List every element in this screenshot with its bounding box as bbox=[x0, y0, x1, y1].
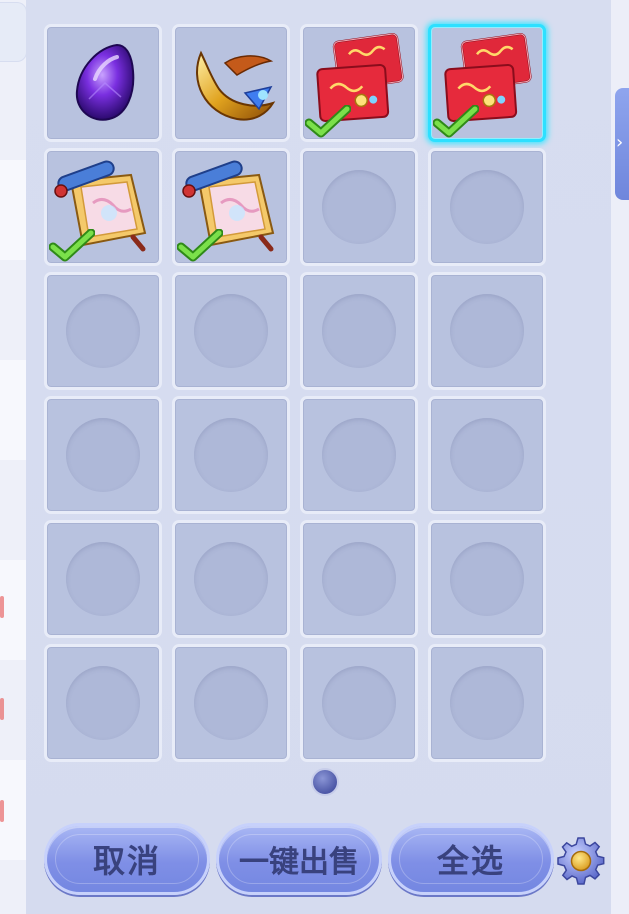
cancel-button-label: 取消 bbox=[92, 842, 161, 880]
select-all-label: 全选 bbox=[436, 842, 505, 880]
select-all-button[interactable]: 全选 bbox=[388, 823, 554, 895]
purple-gem-icon bbox=[75, 43, 135, 121]
inventory-slot-red-envelopes[interactable] bbox=[428, 24, 546, 142]
checkmark-icon bbox=[305, 105, 351, 138]
inventory-slot-empty[interactable] bbox=[300, 396, 418, 514]
empty-slot-placeholder bbox=[194, 666, 268, 740]
inventory-slot-golden-horn[interactable] bbox=[172, 24, 290, 142]
empty-slot-placeholder bbox=[450, 542, 524, 616]
inventory-slot-empty[interactable] bbox=[44, 520, 162, 638]
inventory-slot-empty[interactable] bbox=[172, 520, 290, 638]
empty-slot-placeholder bbox=[450, 294, 524, 368]
sell-inventory-panel: 取消 一键出售 全选 bbox=[26, 0, 611, 914]
empty-slot-placeholder bbox=[66, 666, 140, 740]
empty-slot-placeholder bbox=[450, 418, 524, 492]
inventory-slot-empty[interactable] bbox=[428, 520, 546, 638]
one-click-sell-button[interactable]: 一键出售 bbox=[216, 823, 382, 895]
inventory-slot-scroll[interactable] bbox=[44, 148, 162, 266]
inventory-slot-empty[interactable] bbox=[172, 644, 290, 762]
empty-slot-placeholder bbox=[66, 418, 140, 492]
inventory-slot-empty[interactable] bbox=[300, 272, 418, 390]
one-click-sell-label: 一键出售 bbox=[239, 845, 359, 880]
empty-slot-placeholder bbox=[322, 294, 396, 368]
background-list-edge bbox=[0, 0, 27, 914]
empty-slot-placeholder bbox=[322, 666, 396, 740]
chevron-right-icon: › bbox=[616, 132, 624, 153]
inventory-slot-empty[interactable] bbox=[44, 644, 162, 762]
page-dot-icon[interactable] bbox=[311, 768, 339, 796]
empty-slot-placeholder bbox=[194, 294, 268, 368]
inventory-slot-scroll[interactable] bbox=[172, 148, 290, 266]
cancel-button[interactable]: 取消 bbox=[44, 823, 210, 895]
inventory-slot-empty[interactable] bbox=[300, 644, 418, 762]
checkmark-icon bbox=[49, 229, 95, 262]
inventory-slot-empty[interactable] bbox=[172, 396, 290, 514]
background-tab bbox=[0, 2, 27, 62]
inventory-slot-empty[interactable] bbox=[428, 644, 546, 762]
empty-slot-placeholder bbox=[450, 170, 524, 244]
right-edge-strip: › bbox=[611, 0, 629, 914]
inventory-slot-purple-gem[interactable] bbox=[44, 24, 162, 142]
inventory-slot-empty[interactable] bbox=[300, 148, 418, 266]
empty-slot-placeholder bbox=[194, 418, 268, 492]
inventory-slot-empty[interactable] bbox=[428, 148, 546, 266]
checkmark-icon bbox=[177, 229, 223, 262]
inventory-slot-red-envelopes[interactable] bbox=[300, 24, 418, 142]
inventory-slot-empty[interactable] bbox=[44, 396, 162, 514]
empty-slot-placeholder bbox=[322, 542, 396, 616]
inventory-slot-empty[interactable] bbox=[300, 520, 418, 638]
empty-slot-placeholder bbox=[450, 666, 524, 740]
golden-horn-icon bbox=[196, 50, 276, 121]
empty-slot-placeholder bbox=[322, 418, 396, 492]
expand-tab[interactable]: › bbox=[615, 88, 629, 200]
empty-slot-placeholder bbox=[322, 170, 396, 244]
gear-icon[interactable] bbox=[555, 835, 607, 887]
inventory-slot-empty[interactable] bbox=[44, 272, 162, 390]
checkmark-icon bbox=[433, 105, 479, 138]
inventory-slot-empty[interactable] bbox=[172, 272, 290, 390]
inventory-grid bbox=[44, 24, 546, 762]
empty-slot-placeholder bbox=[66, 294, 140, 368]
empty-slot-placeholder bbox=[194, 542, 268, 616]
empty-slot-placeholder bbox=[66, 542, 140, 616]
inventory-slot-empty[interactable] bbox=[428, 272, 546, 390]
inventory-slot-empty[interactable] bbox=[428, 396, 546, 514]
